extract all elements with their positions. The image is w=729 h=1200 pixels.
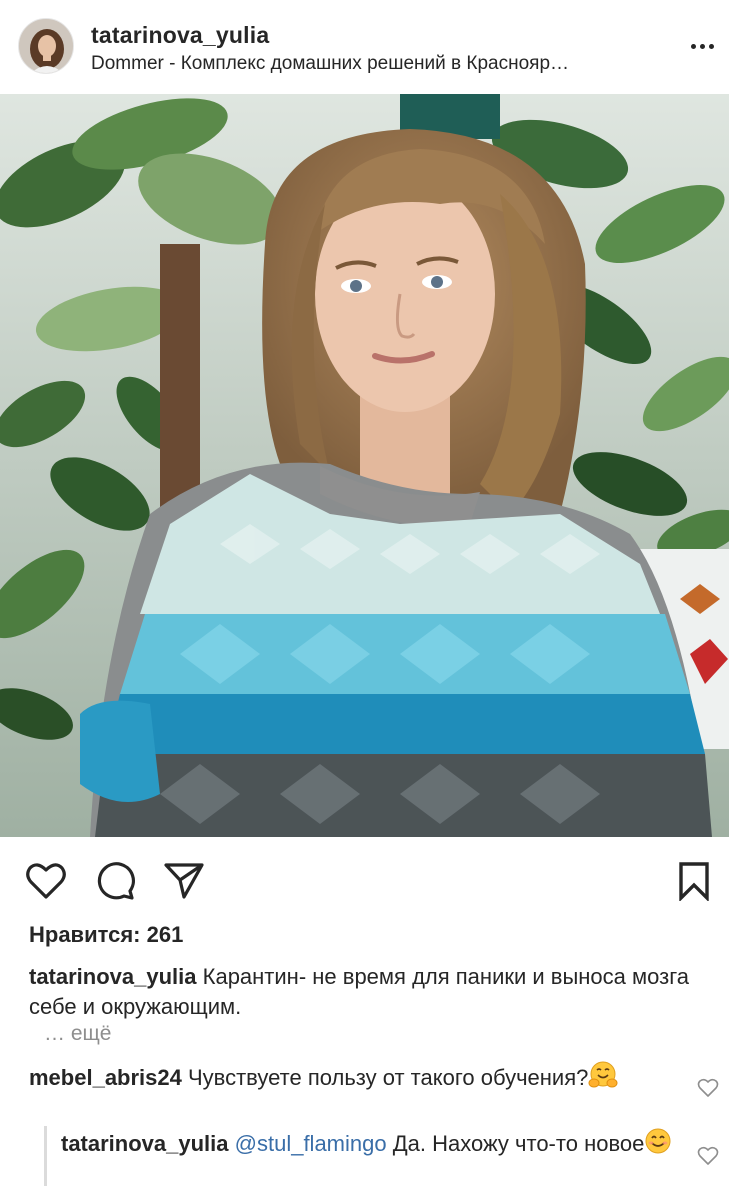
more-options-icon[interactable]: [689, 38, 715, 54]
comment: mebel_abris24 Чувствуете пользу от таког…: [29, 1061, 689, 1097]
reply-thread-line: [44, 1126, 47, 1186]
post-photo[interactable]: [0, 94, 729, 837]
location-link[interactable]: Dommer - Комплекс домашних решений в Кра…: [91, 53, 666, 75]
avatar[interactable]: [18, 18, 74, 74]
smiling-face-emoji-icon: [644, 1127, 672, 1163]
hugging-face-emoji-icon: [588, 1061, 618, 1097]
post-caption: tatarinova_yulia Карантин- не время для …: [29, 962, 719, 1022]
comment-text: Чувствуете пользу от такого обучения?: [188, 1065, 589, 1090]
post-header: tatarinova_yulia Dommer - Комплекс домаш…: [0, 0, 729, 94]
reply-like-icon[interactable]: [697, 1146, 719, 1168]
more-link[interactable]: … ещё: [44, 1022, 111, 1046]
reply-text: Да. Нахожу что-то новое: [392, 1131, 645, 1156]
heart-icon[interactable]: [24, 859, 68, 903]
reply-username[interactable]: tatarinova_yulia: [61, 1131, 229, 1156]
mention-link[interactable]: @stul_flamingo: [235, 1131, 387, 1156]
username[interactable]: tatarinova_yulia: [91, 22, 269, 49]
comment-like-icon[interactable]: [697, 1078, 719, 1100]
likes-count[interactable]: Нравится: 261: [29, 922, 183, 948]
post-actions: [0, 837, 729, 923]
comment-bubble-icon[interactable]: [94, 859, 138, 903]
comment-username[interactable]: mebel_abris24: [29, 1065, 182, 1090]
paper-plane-icon[interactable]: [162, 859, 206, 903]
caption-username[interactable]: tatarinova_yulia: [29, 964, 197, 989]
bookmark-icon[interactable]: [672, 859, 716, 903]
reply-comment: tatarinova_yulia @stul_flamingo Да. Нахо…: [61, 1127, 691, 1163]
